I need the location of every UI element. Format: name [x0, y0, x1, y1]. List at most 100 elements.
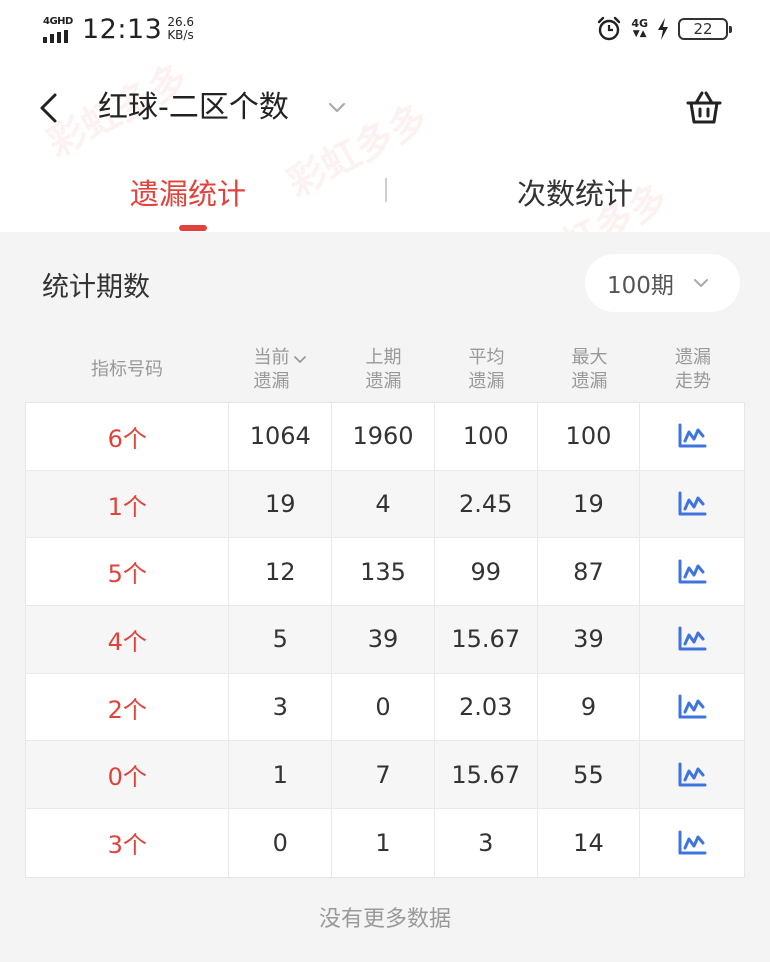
basket-button[interactable]	[684, 88, 724, 128]
column-header-previous-omission: 上期 遗漏	[332, 340, 435, 400]
column-header-label: 平均	[468, 347, 505, 368]
cell-indicator: 5个	[26, 538, 230, 606]
status-right: 4G ▼▲ 22	[596, 16, 732, 42]
cell-indicator: 4个	[26, 606, 230, 673]
trend-chart-icon[interactable]	[677, 626, 707, 652]
tab-bar: 遗漏统计 次数统计	[0, 160, 770, 232]
period-label: 统计期数	[42, 272, 150, 303]
no-more-data: 没有更多数据	[318, 907, 451, 932]
trend-chart-icon[interactable]	[677, 491, 707, 517]
status-bar: 4GHD 12:13 26.6 KB/s 4G ▼▲ 22	[0, 0, 770, 60]
cell-current-omission: 0	[229, 809, 333, 877]
cell-trend[interactable]	[640, 538, 744, 605]
column-header-label: 遗漏	[468, 371, 505, 392]
trend-chart-icon[interactable]	[677, 559, 707, 585]
cell-max-omission: 14	[538, 809, 641, 877]
signal-icon: 4GHD	[42, 16, 76, 44]
cell-current-omission: 19	[229, 470, 333, 538]
chevron-down-icon[interactable]	[326, 96, 348, 118]
cell-max-omission: 39	[538, 606, 641, 673]
table-row: 1个 19 4 2.45 19	[26, 470, 744, 539]
cell-trend[interactable]	[640, 403, 744, 470]
table-row: 3个 0 1 3 14	[26, 809, 744, 877]
cell-indicator: 3个	[26, 809, 230, 877]
active-tab-indicator	[179, 225, 207, 231]
cell-average-omission: 15.67	[435, 606, 538, 673]
table-row: 4个 5 39 15.67 39	[26, 606, 744, 674]
clock: 12:13	[82, 14, 163, 45]
trend-chart-icon[interactable]	[677, 694, 707, 720]
column-header-label: 走势	[675, 371, 711, 392]
alarm-icon	[598, 16, 621, 41]
column-header-trend: 遗漏 走势	[641, 340, 745, 400]
cell-trend[interactable]	[640, 606, 744, 673]
cell-indicator: 0个	[26, 741, 230, 809]
cell-current-omission: 1064	[229, 403, 333, 470]
period-value: 100期	[607, 273, 674, 299]
chevron-down-icon	[694, 279, 708, 287]
trend-chart-icon[interactable]	[677, 830, 707, 856]
cell-average-omission: 2.45	[435, 470, 538, 538]
column-header-label: 最大	[571, 347, 608, 368]
cell-trend[interactable]	[640, 471, 744, 538]
column-header-label: 遗漏	[253, 371, 290, 392]
page-title[interactable]: 红球-二区个数	[98, 86, 289, 130]
cell-current-omission: 5	[229, 606, 333, 673]
cell-previous-omission: 135	[332, 538, 435, 606]
cell-max-omission: 9	[538, 673, 641, 741]
battery-level: 22	[693, 20, 713, 38]
cell-average-omission: 3	[435, 809, 538, 877]
table-row: 6个 1064 1960 100 100	[26, 403, 744, 471]
charging-icon	[658, 18, 668, 40]
cell-indicator: 2个	[26, 673, 230, 741]
stats-table: 6个 1064 1960 100 100 1个 19 4 2.45 19 5个 …	[25, 402, 745, 878]
cell-indicator: 1个	[26, 470, 230, 538]
table-row: 2个 3 0 2.03 9	[26, 673, 744, 742]
speed-unit: KB/s	[167, 28, 194, 42]
cell-previous-omission: 0	[332, 673, 435, 741]
column-header-label: 遗漏	[571, 371, 608, 392]
cell-trend[interactable]	[640, 809, 744, 877]
cell-current-omission: 3	[229, 673, 333, 741]
cell-previous-omission: 1960	[332, 403, 435, 470]
cell-current-omission: 1	[229, 741, 333, 809]
cell-average-omission: 100	[435, 403, 538, 470]
column-header-label: 遗漏	[675, 347, 711, 368]
cell-current-omission: 12	[229, 538, 333, 606]
basket-icon	[686, 91, 722, 124]
signal-bars	[43, 30, 68, 43]
network-type: 4GHD	[43, 16, 73, 27]
back-button[interactable]	[30, 88, 66, 128]
tab-divider	[385, 178, 387, 202]
table-row: 0个 1 7 15.67 55	[26, 741, 744, 810]
status-left: 4GHD 12:13 26.6 KB/s	[42, 14, 194, 46]
network-speed: 26.6 KB/s	[167, 16, 194, 42]
trend-chart-icon[interactable]	[677, 762, 707, 788]
table-header: 指标号码 当前 遗漏 上期 遗漏 平均 遗漏 最大 遗漏 遗漏 走势	[25, 340, 745, 400]
column-header-max-omission: 最大 遗漏	[538, 340, 641, 400]
data-arrows: ▼▲	[632, 29, 647, 39]
cell-previous-omission: 1	[332, 809, 435, 877]
column-header-label: 指标号码	[91, 359, 163, 380]
cell-max-omission: 19	[538, 470, 641, 538]
battery-icon: 22	[678, 18, 732, 40]
mobile-data-icon: 4G ▼▲	[631, 18, 648, 40]
cell-max-omission: 87	[538, 538, 641, 606]
column-header-average-omission: 平均 遗漏	[435, 340, 538, 400]
cell-trend[interactable]	[640, 674, 744, 741]
period-select[interactable]: 100期	[585, 254, 740, 312]
column-header-label: 遗漏	[365, 371, 402, 392]
cell-average-omission: 2.03	[435, 673, 538, 741]
column-header-label: 当前	[253, 347, 290, 368]
chevron-left-icon	[40, 93, 57, 123]
column-header-current-omission[interactable]: 当前 遗漏	[229, 340, 332, 400]
column-header-indicator: 指标号码	[25, 340, 229, 400]
tab-count-stats[interactable]: 次数统计	[517, 172, 633, 216]
cell-average-omission: 15.67	[435, 741, 538, 809]
cell-max-omission: 100	[538, 403, 641, 470]
trend-chart-icon[interactable]	[677, 423, 707, 449]
table-row: 5个 12 135 99 87	[26, 538, 744, 607]
tab-omission-stats[interactable]: 遗漏统计	[130, 172, 246, 216]
app-header: 红球-二区个数	[0, 68, 770, 148]
cell-trend[interactable]	[640, 741, 744, 808]
